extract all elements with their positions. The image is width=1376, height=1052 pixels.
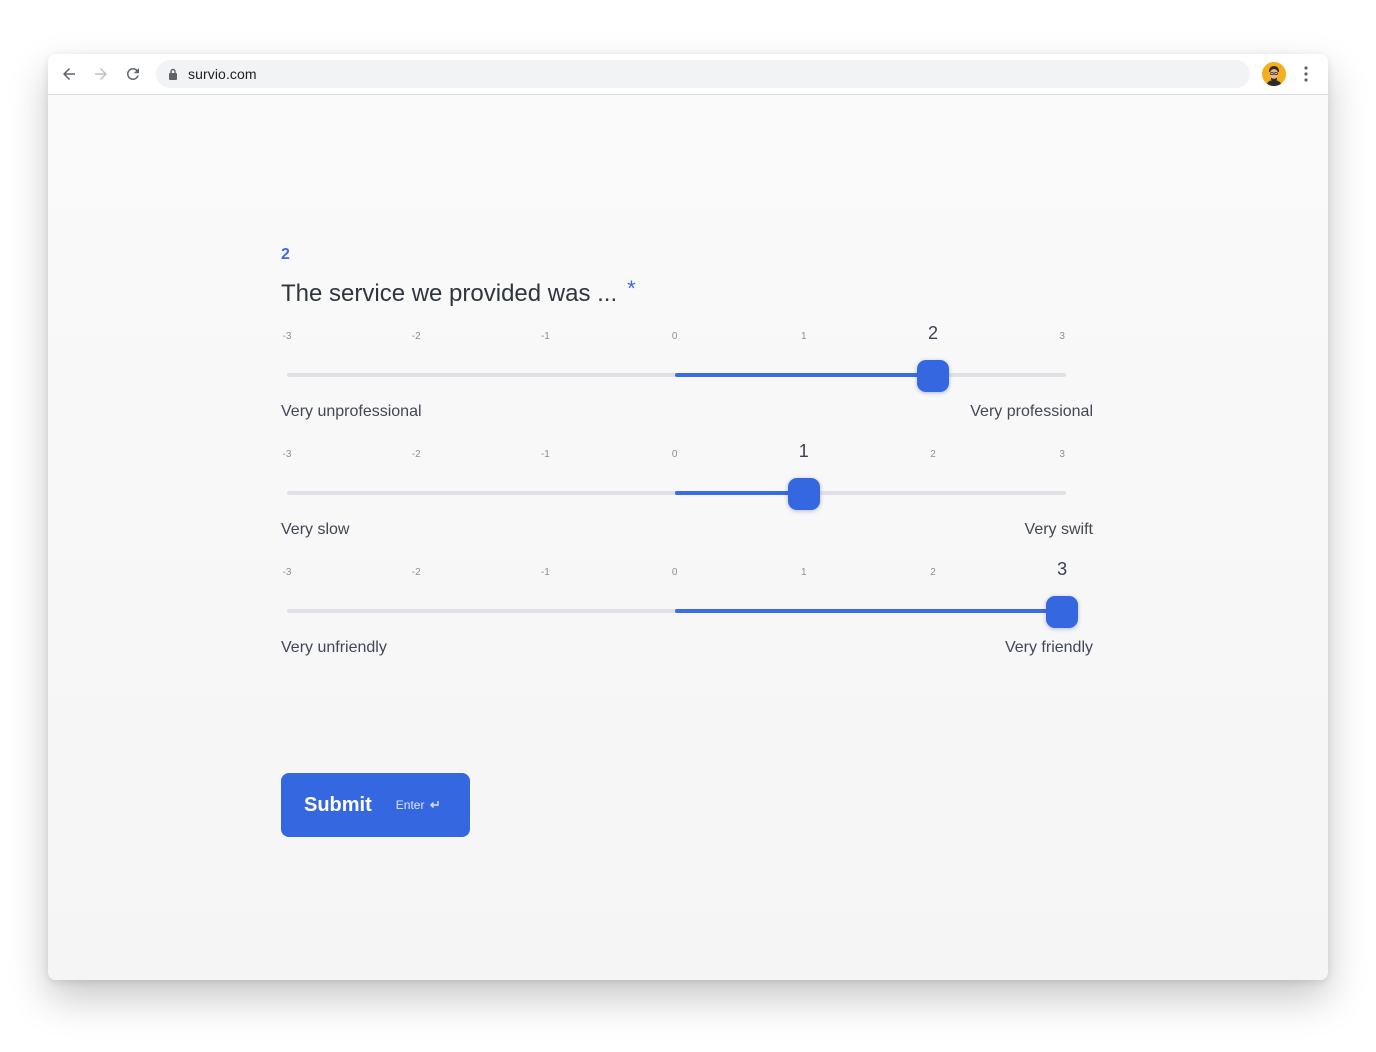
submit-label: Submit	[304, 793, 372, 816]
required-marker: *	[627, 276, 636, 301]
browser-toolbar: survio.com	[48, 54, 1328, 95]
scale-tick[interactable]: 2	[928, 323, 938, 344]
scale-tick[interactable]: 1	[801, 567, 807, 578]
address-bar[interactable]: survio.com	[156, 60, 1250, 88]
scale-tick[interactable]: -2	[412, 567, 421, 578]
scale-tick[interactable]: 1	[801, 331, 807, 342]
enter-hint: Enter	[396, 798, 441, 812]
back-button[interactable]	[57, 62, 81, 86]
enter-return-icon	[430, 801, 440, 808]
slider-thumb[interactable]	[917, 360, 949, 392]
kebab-menu-icon	[1304, 66, 1308, 82]
scale-tick[interactable]: 0	[672, 331, 678, 342]
semantic-slider-friendliness[interactable]: -3 -2 -1 0 1 2 3 Very unfriendly Very friendly	[281, 559, 1093, 677]
scale-max-label: Very professional	[970, 403, 1093, 420]
browser-menu-button[interactable]	[1296, 62, 1316, 86]
scale-tick[interactable]: 3	[1059, 331, 1065, 342]
slider-fill	[674, 373, 933, 377]
scale-tick[interactable]: 3	[1057, 559, 1067, 580]
question-title: The service we provided was ... *	[281, 276, 636, 308]
scale-tick[interactable]: -3	[283, 449, 292, 460]
arrow-left-icon	[63, 68, 75, 80]
browser-window: survio.com 2 The service we provided was…	[48, 54, 1328, 980]
slider-thumb[interactable]	[1046, 596, 1079, 628]
scale-tick[interactable]: 2	[930, 567, 936, 578]
scale-tick[interactable]: -1	[541, 449, 550, 460]
scale-min-label: Very slow	[281, 521, 350, 538]
question-text: The service we provided was ...	[281, 280, 618, 307]
scale-tick[interactable]: -3	[283, 567, 292, 578]
reload-button[interactable]	[121, 62, 145, 86]
scale-tick[interactable]: 0	[672, 449, 678, 460]
semantic-slider-professionalism[interactable]: -3 -2 -1 0 1 2 3 Very unprofessional Very profes…	[281, 323, 1093, 441]
url-text: survio.com	[188, 66, 257, 82]
scale-tick[interactable]: 2	[930, 449, 936, 460]
profile-avatar[interactable]	[1262, 62, 1286, 86]
slider-thumb[interactable]	[787, 478, 820, 510]
scale-tick[interactable]: -2	[412, 331, 421, 342]
slider-fill	[674, 491, 804, 495]
enter-hint-text: Enter	[395, 798, 425, 812]
scale-tick[interactable]: -1	[541, 567, 550, 578]
scale-tick[interactable]: 0	[672, 567, 678, 578]
scale-max-label: Very friendly	[1004, 639, 1093, 656]
semantic-slider-speed[interactable]: -3 -2 -1 0 1 2 3 Very slow Very swift	[281, 441, 1093, 559]
reload-icon	[126, 67, 139, 80]
submit-button[interactable]: Submit Enter	[281, 773, 470, 837]
scale-tick[interactable]: -2	[412, 449, 421, 460]
scale-min-label: Very unfriendly	[281, 639, 387, 656]
scale-tick[interactable]: -1	[541, 331, 550, 342]
survey-page: 2 The service we provided was ... * -3 -2…	[48, 95, 1328, 980]
scale-min-label: Very unprofessional	[281, 403, 422, 420]
lock-icon	[168, 68, 178, 80]
forward-button[interactable]	[89, 62, 113, 86]
scale-tick[interactable]: -3	[283, 331, 292, 342]
scale-max-label: Very swift	[1024, 521, 1093, 538]
arrow-right-icon	[95, 68, 107, 80]
scale-tick[interactable]: 1	[799, 441, 809, 462]
scale-tick[interactable]: 3	[1059, 449, 1065, 460]
question-number: 2	[281, 246, 290, 263]
slider-fill	[674, 609, 1063, 613]
